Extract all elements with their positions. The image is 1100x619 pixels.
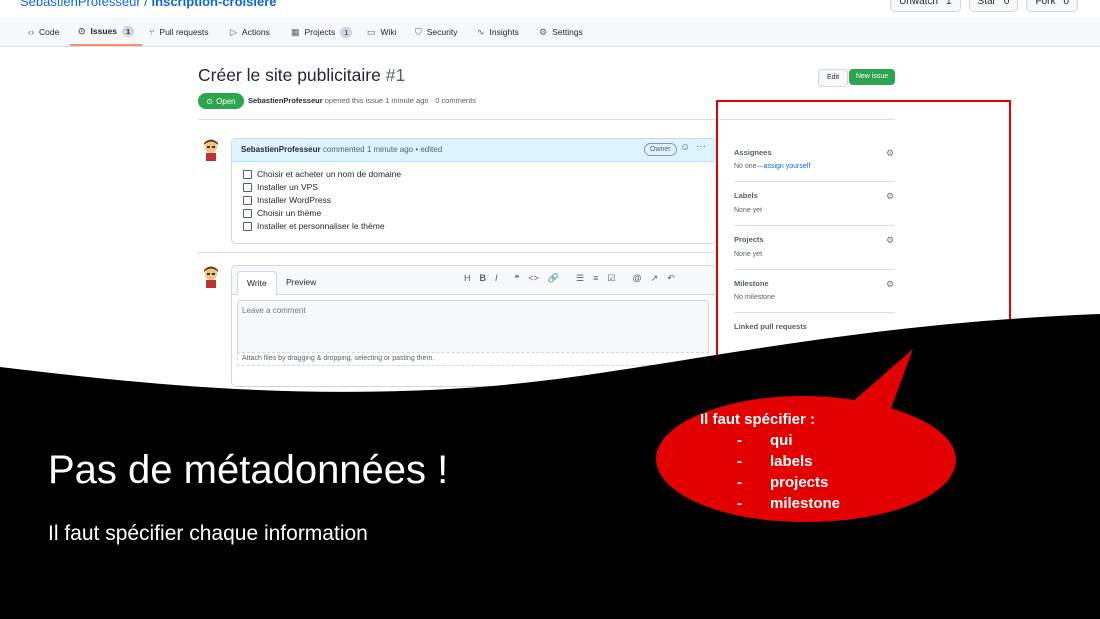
callout-item: qui: [737, 430, 840, 451]
callout-item: milestone: [737, 493, 840, 514]
callout-text: Il faut spécifier : qui labels projects …: [700, 409, 840, 514]
slide-subtitle: Il faut spécifier chaque information: [48, 522, 368, 545]
callout-item: projects: [737, 472, 840, 493]
callout-list: qui labels projects milestone: [700, 430, 840, 514]
callout-item: labels: [737, 451, 840, 472]
callout-heading: Il faut spécifier :: [700, 411, 816, 428]
slide-title: Pas de métadonnées !: [48, 448, 449, 492]
